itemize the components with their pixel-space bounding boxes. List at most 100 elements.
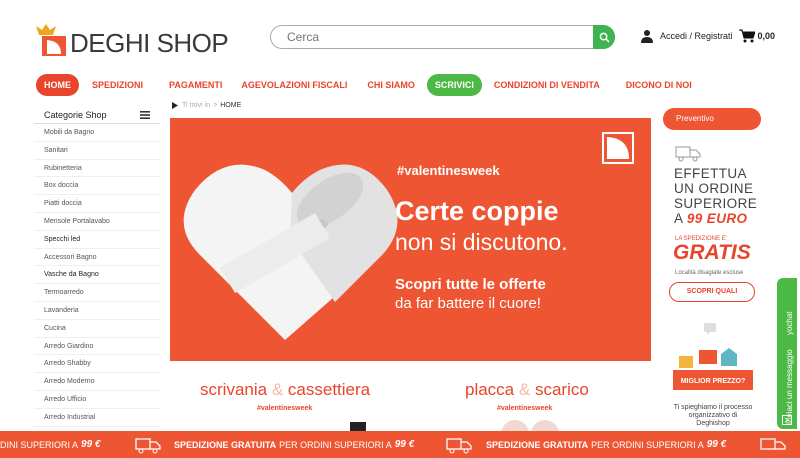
bottom-shipping-banner: DINI SUPERIORI A 99 € SPEDIZIONE GRATUIT… bbox=[0, 431, 800, 458]
hero-cta-bold: Scopri tutte le offerte bbox=[395, 276, 546, 293]
hero-headline-2: non si discutono. bbox=[395, 229, 568, 255]
menu-icon[interactable] bbox=[140, 110, 150, 119]
best-price-badge[interactable]: MIGLIOR PREZZO? bbox=[673, 378, 753, 385]
category-item[interactable]: Mensole Portalavabo bbox=[34, 213, 160, 231]
banner-segment: SPEDIZIONE GRATUITA PER ORDINI SUPERIORI… bbox=[174, 431, 414, 458]
nav-spedizioni[interactable]: SPEDIZIONI bbox=[84, 74, 151, 96]
chat-side-tab[interactable]: Inviaci un messaggio yochat bbox=[777, 278, 797, 429]
category-item[interactable]: Cucina bbox=[34, 320, 160, 338]
product-title-placca[interactable]: placca & scarico bbox=[465, 380, 589, 400]
product-sub-placca: #valentinesweek bbox=[497, 405, 553, 412]
category-item[interactable]: Box doccia bbox=[34, 177, 160, 196]
main-nav: HOME SPEDIZIONI PAGAMENTI AGEVOLAZIONI F… bbox=[36, 73, 700, 97]
search-box bbox=[270, 25, 615, 49]
promo-gratis: GRATIS bbox=[673, 241, 751, 264]
play-icon bbox=[172, 102, 178, 109]
chat-tab-brand: yochat bbox=[785, 311, 794, 336]
nav-chi-siamo[interactable]: CHI SIAMO bbox=[359, 74, 423, 96]
breadcrumb: Ti trovi in > HOME bbox=[172, 102, 241, 109]
preventivo-button[interactable]: Preventivo bbox=[663, 108, 761, 130]
banner-segment: SPEDIZIONE GRATUITA PER ORDINI SUPERIORI… bbox=[486, 431, 726, 458]
promo-line-3: SUPERIORE bbox=[674, 196, 758, 211]
page: DEGHI SHOP Accedi / Registrati 0,00 HOME… bbox=[0, 0, 800, 458]
banner-rest: PER ORDINI SUPERIORI A bbox=[591, 439, 704, 450]
banner-amount: 99 € bbox=[394, 439, 415, 450]
banner-bold: SPEDIZIONE GRATUITA bbox=[486, 439, 589, 450]
category-item[interactable]: Sanitari bbox=[34, 142, 160, 160]
banner-rest: PER ORDINI SUPERIORI A bbox=[279, 439, 392, 450]
search-icon bbox=[599, 32, 610, 43]
nav-dicono-di-noi[interactable]: DICONO DI NOI bbox=[618, 74, 700, 96]
hero-headline: Certe coppie bbox=[395, 196, 559, 226]
category-item[interactable]: Lavanderia bbox=[34, 302, 160, 320]
login-link[interactable]: Accedi / Registrati bbox=[660, 31, 733, 41]
user-icon[interactable] bbox=[640, 29, 654, 43]
promo-line-4: A 99 EURO bbox=[674, 211, 747, 226]
product-word: scrivania bbox=[200, 380, 268, 399]
promo-line-4-prefix: A bbox=[674, 211, 683, 226]
nav-home[interactable]: HOME bbox=[36, 74, 79, 96]
logo[interactable]: DEGHI SHOP bbox=[34, 18, 229, 58]
breadcrumb-current[interactable]: HOME bbox=[220, 102, 241, 109]
category-sidebar: Categorie Shop Mobili da Bagno Sanitari … bbox=[34, 106, 160, 427]
chat-icon bbox=[782, 415, 792, 425]
category-list: Mobili da Bagno Sanitari Rubinetteria Bo… bbox=[34, 124, 160, 427]
breadcrumb-separator: > bbox=[213, 102, 218, 109]
sidebar-title: Categorie Shop bbox=[44, 109, 107, 120]
promo-amount: 99 EURO bbox=[686, 211, 748, 226]
truck-icon bbox=[446, 438, 472, 454]
category-item[interactable]: Specchi led bbox=[34, 231, 160, 249]
search-button[interactable] bbox=[593, 25, 615, 49]
chat-tab-text: Inviaci un messaggio bbox=[785, 349, 794, 424]
truck-icon bbox=[135, 438, 161, 454]
product-sub-scrivania: #valentinesweek bbox=[257, 405, 313, 412]
breadcrumb-prefix: Ti trovi in bbox=[182, 102, 211, 109]
banner-rest: DINI SUPERIORI A bbox=[0, 439, 79, 450]
category-item[interactable]: Arredo Giardino bbox=[34, 338, 160, 356]
product-amp: & bbox=[271, 380, 284, 399]
promo-note: Località disagiate escluse bbox=[675, 270, 744, 276]
chat-bubble-icon bbox=[704, 323, 716, 335]
promo-line-1: EFFETTUA bbox=[674, 166, 747, 181]
account-area: Accedi / Registrati 0,00 bbox=[640, 29, 775, 43]
banner-amount: 99 € bbox=[81, 439, 101, 450]
category-item[interactable]: Arredo Moderno bbox=[34, 373, 160, 391]
best-price-illustration bbox=[673, 348, 753, 390]
product-word: placca bbox=[465, 380, 515, 399]
discover-button[interactable]: SCOPRI QUALI bbox=[669, 282, 755, 302]
category-item[interactable]: Piatti doccia bbox=[34, 195, 160, 213]
truck-icon bbox=[675, 146, 701, 162]
nav-pagamenti[interactable]: PAGAMENTI bbox=[161, 74, 230, 96]
banner-amount: 99 € bbox=[706, 439, 727, 450]
promo-line-2: UN ORDINE bbox=[674, 181, 754, 196]
nav-condizioni-di-vendita[interactable]: CONDIZIONI DI VENDITA bbox=[486, 74, 608, 96]
cart-icon[interactable] bbox=[738, 29, 755, 43]
category-item[interactable]: Mobili da Bagno bbox=[34, 124, 160, 142]
category-item[interactable]: Rubinetteria bbox=[34, 160, 160, 178]
product-amp: & bbox=[518, 380, 531, 399]
product-word: cassettiera bbox=[287, 380, 371, 399]
nav-agevolazioni-fiscali[interactable]: AGEVOLAZIONI FISCALI bbox=[233, 74, 355, 96]
product-word: scarico bbox=[534, 380, 589, 399]
nav-scrivici[interactable]: SCRIVICI bbox=[426, 74, 482, 96]
category-item[interactable]: Termoarredo bbox=[34, 284, 160, 302]
chat-tab-label: Inviaci un messaggio yochat bbox=[780, 275, 800, 426]
sidebar-header[interactable]: Categorie Shop bbox=[34, 106, 160, 124]
category-item[interactable]: Arredo Industrial bbox=[34, 409, 160, 427]
product-title-scrivania[interactable]: scrivania & cassettiera bbox=[200, 380, 370, 400]
category-item[interactable]: Arredo Shabby bbox=[34, 355, 160, 374]
hero-banner[interactable]: #valentinesweek Certe coppie non si disc… bbox=[170, 118, 651, 361]
truck-icon bbox=[760, 438, 786, 450]
logo-text: DEGHI SHOP bbox=[70, 28, 229, 58]
cart-total[interactable]: 0,00 bbox=[758, 31, 776, 41]
hero-cta-light: da far battere il cuore! bbox=[395, 295, 541, 312]
search-input[interactable] bbox=[287, 30, 587, 44]
logo-mark-icon bbox=[34, 24, 68, 58]
hero-hashtag: #valentinesweek bbox=[397, 163, 500, 178]
banner-segment: DINI SUPERIORI A 99 € bbox=[0, 431, 101, 458]
best-price-text: Ti spieghiamo il processo organizzativo … bbox=[673, 404, 753, 427]
category-item[interactable]: Accessori Bagno bbox=[34, 249, 160, 267]
category-item[interactable]: Arredo Ufficio bbox=[34, 391, 160, 409]
category-item[interactable]: Vasche da Bagno bbox=[34, 266, 160, 285]
banner-bold: SPEDIZIONE GRATUITA bbox=[174, 439, 277, 450]
